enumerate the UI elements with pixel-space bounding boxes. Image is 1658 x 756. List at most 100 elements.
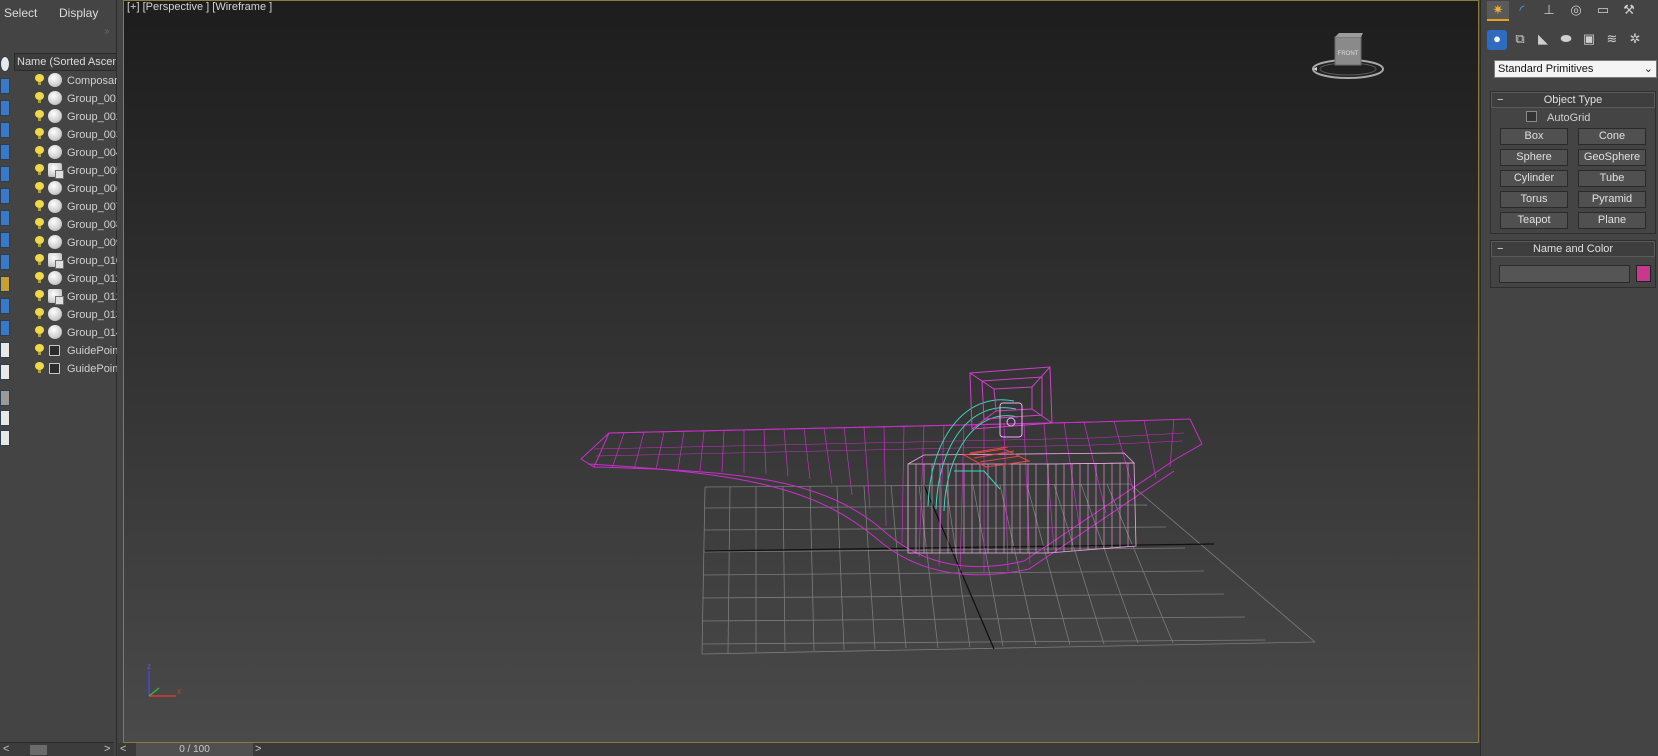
explorer-row[interactable]: Group_002 xyxy=(14,108,117,126)
autogrid-checkbox[interactable] xyxy=(1526,111,1537,122)
grid-axes xyxy=(704,484,1215,650)
visibility-bulb-icon[interactable] xyxy=(35,236,44,247)
explorer-row[interactable]: Group_011 xyxy=(14,270,117,288)
display-shapes-icon[interactable] xyxy=(0,100,10,116)
menu-display[interactable]: Display xyxy=(59,6,98,20)
geometry-category[interactable]: ● xyxy=(1487,30,1507,50)
visibility-bulb-icon[interactable] xyxy=(35,164,44,175)
explorer-row[interactable]: Group_014 xyxy=(14,324,117,342)
torus-button[interactable]: Torus xyxy=(1500,191,1568,208)
hierarchy-tab[interactable]: ⊥ xyxy=(1538,1,1560,21)
expand-arrows-icon[interactable]: » xyxy=(104,26,110,37)
axis-tripod: z x xyxy=(147,662,181,697)
cylinder-button[interactable]: Cylinder xyxy=(1500,170,1568,187)
visibility-bulb-icon[interactable] xyxy=(35,146,44,157)
display-xrefs-icon[interactable] xyxy=(0,232,10,248)
spacewarps-category[interactable]: ≋ xyxy=(1602,30,1622,50)
display-frozen-icon[interactable] xyxy=(0,298,10,314)
systems-category[interactable]: ✲ xyxy=(1625,30,1645,50)
object-type-header[interactable]: − Object Type xyxy=(1491,92,1655,108)
time-prev-button[interactable]: < xyxy=(120,743,134,756)
display-bones-icon[interactable] xyxy=(0,254,10,270)
cameras-category[interactable]: ⬬ xyxy=(1556,30,1576,50)
visibility-bulb-icon[interactable] xyxy=(35,218,44,229)
display-helpers-icon[interactable] xyxy=(0,166,10,182)
explorer-row[interactable]: GuidePoint02 xyxy=(14,360,117,378)
display-hidden-icon[interactable] xyxy=(0,320,10,336)
box-button[interactable]: Box xyxy=(1500,128,1568,145)
tube-button[interactable]: Tube xyxy=(1578,170,1646,187)
utilities-tab[interactable]: ⚒ xyxy=(1618,1,1640,21)
scroll-left-icon[interactable]: < xyxy=(3,743,9,755)
display-tab[interactable]: ▭ xyxy=(1592,1,1614,21)
explorer-row[interactable]: Group_009 xyxy=(14,234,117,252)
create-tab[interactable]: ✷ xyxy=(1487,1,1509,21)
menu-select[interactable]: Select xyxy=(4,6,37,20)
visibility-bulb-icon[interactable] xyxy=(35,290,44,301)
create-sun-icon: ✷ xyxy=(1492,2,1504,17)
visibility-bulb-icon[interactable] xyxy=(35,254,44,265)
geosphere-button[interactable]: GeoSphere xyxy=(1578,149,1646,166)
motion-tab[interactable]: ◎ xyxy=(1565,1,1587,21)
display-geometry-icon[interactable] xyxy=(0,78,10,94)
explorer-row[interactable]: Group_005 xyxy=(14,162,117,180)
time-slider[interactable]: < 0 / 100 > xyxy=(118,743,1480,756)
display-lights-icon[interactable] xyxy=(0,122,10,138)
visibility-bulb-icon[interactable] xyxy=(35,128,44,139)
display-none-icon[interactable] xyxy=(0,56,10,72)
visibility-bulb-icon[interactable] xyxy=(35,74,44,85)
display-groups-icon[interactable] xyxy=(0,210,10,226)
name-column-header[interactable]: Name (Sorted Ascending) xyxy=(14,53,117,71)
geometry-object-icon xyxy=(48,271,62,285)
visibility-bulb-icon[interactable] xyxy=(35,200,44,211)
object-name-field[interactable] xyxy=(1499,265,1630,283)
explorer-row[interactable]: Group_013 xyxy=(14,306,117,324)
display-all-icon[interactable] xyxy=(0,342,10,358)
systems-gear-icon: ✲ xyxy=(1629,31,1641,46)
explorer-row[interactable]: Group_003 xyxy=(14,126,117,144)
perspective-viewport[interactable]: [+] [Perspective ] [Wireframe ] FRONT z … xyxy=(123,0,1479,743)
time-frame-display[interactable]: 0 / 100 xyxy=(136,743,253,756)
cone-button[interactable]: Cone xyxy=(1578,128,1646,145)
explorer-row[interactable]: GuidePoint01 xyxy=(14,342,117,360)
category-dropdown[interactable]: Standard Primitives ⌄ xyxy=(1494,60,1657,78)
explorer-row[interactable]: Group_010 xyxy=(14,252,117,270)
explorer-row[interactable]: Group_012 xyxy=(14,288,117,306)
display-warps-icon[interactable] xyxy=(0,188,10,204)
lights-category[interactable]: ◣ xyxy=(1533,30,1553,50)
explorer-hscrollbar[interactable]: < > xyxy=(0,742,114,756)
explorer-row[interactable]: Group_008 xyxy=(14,216,117,234)
layer-manager-icon[interactable] xyxy=(0,410,10,426)
display-containers-icon[interactable] xyxy=(0,276,10,292)
visibility-bulb-icon[interactable] xyxy=(35,308,44,319)
visibility-bulb-icon[interactable] xyxy=(35,182,44,193)
explorer-row[interactable]: Group_006 xyxy=(14,180,117,198)
object-color-swatch[interactable] xyxy=(1636,265,1651,282)
scroll-right-icon[interactable]: > xyxy=(104,743,110,755)
visibility-bulb-icon[interactable] xyxy=(35,110,44,121)
scroll-thumb[interactable] xyxy=(30,745,47,755)
explorer-row[interactable]: Group_007 xyxy=(14,198,117,216)
visibility-bulb-icon[interactable] xyxy=(35,362,44,373)
visibility-bulb-icon[interactable] xyxy=(35,344,44,355)
pyramid-button[interactable]: Pyramid xyxy=(1578,191,1646,208)
explorer-row[interactable]: Composanti xyxy=(14,72,117,90)
display-cameras-icon[interactable] xyxy=(0,144,10,160)
helpers-category[interactable]: ▣ xyxy=(1579,30,1599,50)
name-and-color-header[interactable]: − Name and Color xyxy=(1491,241,1655,257)
sphere-button[interactable]: Sphere xyxy=(1500,149,1568,166)
time-next-button[interactable]: > xyxy=(255,743,269,756)
shapes-category[interactable]: ⧉ xyxy=(1510,30,1530,50)
plane-button[interactable]: Plane xyxy=(1578,212,1646,229)
explorer-row[interactable]: Group_001 xyxy=(14,90,117,108)
visibility-bulb-icon[interactable] xyxy=(35,326,44,337)
display-invert-icon[interactable] xyxy=(0,364,10,380)
hierarchy-icon[interactable] xyxy=(0,430,10,446)
visibility-bulb-icon[interactable] xyxy=(35,272,44,283)
svg-text:FRONT: FRONT xyxy=(1338,51,1359,57)
filter-icon[interactable] xyxy=(0,390,10,406)
visibility-bulb-icon[interactable] xyxy=(35,92,44,103)
teapot-button[interactable]: Teapot xyxy=(1500,212,1568,229)
explorer-row[interactable]: Group_004 xyxy=(14,144,117,162)
modify-tab[interactable]: ◜ xyxy=(1511,1,1533,21)
